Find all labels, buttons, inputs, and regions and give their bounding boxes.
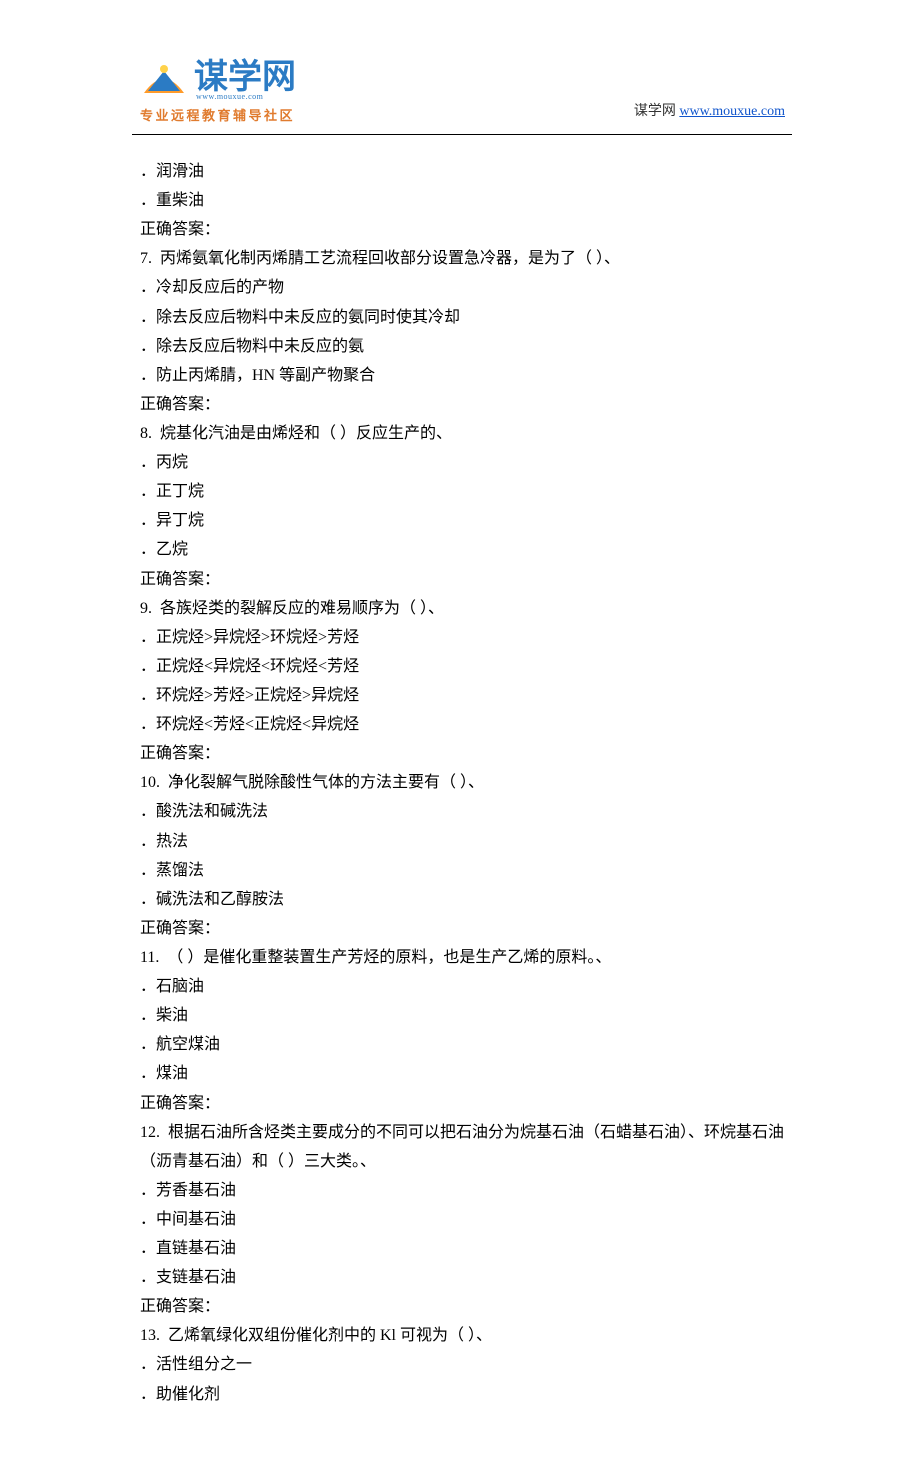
text-line: ．正烷烃>异烷烃>环烷烃>芳烃 [140, 623, 785, 652]
text-line: ．芳香基石油 [140, 1176, 785, 1205]
text-line: ．除去反应后物料中未反应的氨同时使其冷却 [140, 303, 785, 332]
text-line: ．正丁烷 [140, 477, 785, 506]
text-line: ．冷却反应后的产物 [140, 273, 785, 302]
text-line: ．碱洗法和乙醇胺法 [140, 885, 785, 914]
document-body: ．润滑油．重柴油正确答案：7. 丙烯氨氧化制丙烯腈工艺流程回收部分设置急冷器，是… [140, 157, 785, 1409]
logo-icon [140, 61, 188, 101]
text-line: ．正烷烃<异烷烃<环烷烃<芳烃 [140, 652, 785, 681]
text-line: 正确答案： [140, 1292, 785, 1321]
text-line: ．重柴油 [140, 186, 785, 215]
text-line: 7. 丙烯氨氧化制丙烯腈工艺流程回收部分设置急冷器，是为了（ ）、 [140, 244, 785, 273]
text-line: 正确答案： [140, 914, 785, 943]
text-line: 正确答案： [140, 390, 785, 419]
text-line: 12. 根据石油所含烃类主要成分的不同可以把石油分为烷基石油（石蜡基石油）、环烷… [140, 1118, 785, 1176]
text-line: ．润滑油 [140, 157, 785, 186]
text-line: ．丙烷 [140, 448, 785, 477]
text-line: 正确答案： [140, 739, 785, 768]
text-line: ．煤油 [140, 1059, 785, 1088]
site-link[interactable]: www.mouxue.com [679, 104, 785, 119]
text-line: ．中间基石油 [140, 1205, 785, 1234]
text-line: ．防止丙烯腈，HN 等副产物聚合 [140, 361, 785, 390]
text-line: ．支链基石油 [140, 1263, 785, 1292]
text-line: ．酸洗法和碱洗法 [140, 797, 785, 826]
text-line: ．环烷烃>芳烃>正烷烃>异烷烃 [140, 681, 785, 710]
text-line: 8. 烷基化汽油是由烯烃和（ ）反应生产的、 [140, 419, 785, 448]
text-line: 正确答案： [140, 215, 785, 244]
text-line: 10. 净化裂解气脱除酸性气体的方法主要有（ ）、 [140, 768, 785, 797]
text-line: ．乙烷 [140, 535, 785, 564]
text-line: 正确答案： [140, 565, 785, 594]
text-line: ．柴油 [140, 1001, 785, 1030]
logo-tagline: 专业远程教育辅导社区 [140, 105, 295, 124]
text-line: ．热法 [140, 827, 785, 856]
logo-main-text: 谋学网 [194, 60, 296, 94]
text-line: ．异丁烷 [140, 506, 785, 535]
header-divider [132, 134, 792, 135]
text-line: ．助催化剂 [140, 1380, 785, 1409]
header-row: 谋学网 www.mouxue.com 专业远程教育辅导社区 谋学网 www.mo… [140, 60, 785, 124]
text-line: ．石脑油 [140, 972, 785, 1001]
text-line: ．环烷烃<芳烃<正烷烃<异烷烃 [140, 710, 785, 739]
text-line: 11. （ ）是催化重整装置生产芳烃的原料，也是生产乙烯的原料。、 [140, 943, 785, 972]
text-line: ．蒸馏法 [140, 856, 785, 885]
text-line: ．除去反应后物料中未反应的氨 [140, 332, 785, 361]
text-line: 13. 乙烯氧绿化双组份催化剂中的 Kl 可视为（ ）、 [140, 1321, 785, 1350]
text-line: ．直链基石油 [140, 1234, 785, 1263]
text-line: 正确答案： [140, 1089, 785, 1118]
text-line: 9. 各族烃类的裂解反应的难易顺序为（ ）、 [140, 594, 785, 623]
site-logo: 谋学网 www.mouxue.com 专业远程教育辅导社区 [140, 60, 296, 124]
site-label: 谋学网 [634, 104, 676, 119]
text-line: ．航空煤油 [140, 1030, 785, 1059]
text-line: ．活性组分之一 [140, 1350, 785, 1379]
header-site-link-block: 谋学网 www.mouxue.com [634, 100, 785, 124]
